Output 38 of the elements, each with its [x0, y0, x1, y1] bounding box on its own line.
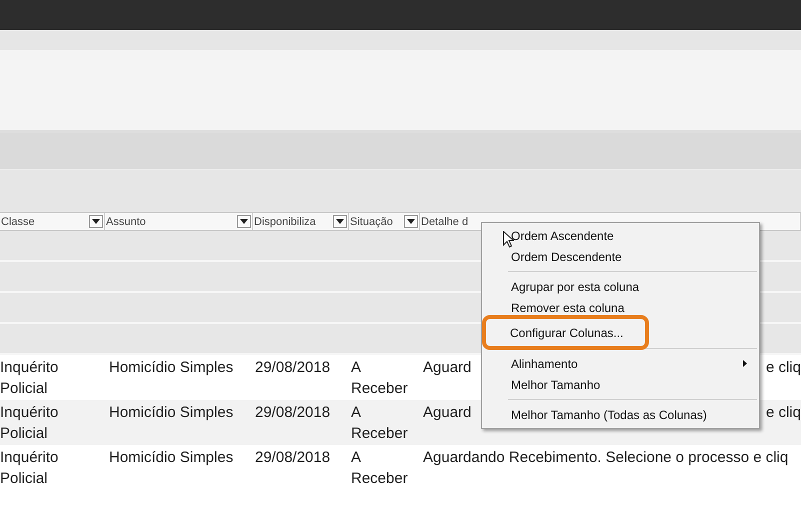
table-cell-text: Aguardando Recebimento. Selecione o processo e cliq — [423, 448, 788, 468]
table-cell: 29/08/2018 — [255, 359, 330, 376]
column-dropdown-button[interactable] — [89, 215, 103, 228]
column-dropdown-button[interactable] — [404, 215, 418, 228]
column-header[interactable]: Disponibiliza — [253, 216, 316, 228]
column-dropdown-button[interactable] — [333, 215, 347, 228]
column-header[interactable]: Detalhe d — [420, 216, 468, 228]
menu-item[interactable]: Ordem Ascendente — [484, 225, 757, 246]
menu-item[interactable]: Ordem Descendente — [484, 246, 757, 267]
column-header[interactable]: Situação — [349, 216, 393, 228]
caret-icon — [240, 219, 248, 224]
table-cell: A Receber — [351, 449, 408, 487]
menu-item[interactable]: Alinhamento — [484, 353, 757, 374]
column-dropdown-button[interactable] — [237, 215, 251, 228]
table-cell: Inquérito Policial — [0, 449, 58, 487]
menu-item[interactable]: Remover esta coluna — [484, 297, 757, 318]
menu-item[interactable]: Agrupar por esta coluna — [484, 276, 757, 297]
table-cell: 29/08/2018 — [255, 404, 330, 421]
table-cell-text: e cliq — [766, 403, 801, 423]
table-cell: A Receber — [351, 359, 408, 397]
table-cell-text: Aguard — [423, 358, 472, 378]
table-cell: Homicídio Simples — [109, 449, 234, 466]
submenu-arrow-icon — [743, 360, 747, 367]
column-header[interactable]: Assunto — [105, 216, 146, 228]
caret-icon — [92, 219, 100, 224]
table-cell-text: e cliq — [766, 358, 801, 378]
table-cell: A Receber — [351, 404, 408, 442]
column-header[interactable]: Classe — [0, 216, 35, 228]
menu-item[interactable]: Melhor Tamanho — [484, 374, 757, 395]
table-cell: Homicídio Simples — [109, 404, 234, 421]
table-cell-text: Aguard — [423, 403, 472, 423]
menu-item[interactable]: Melhor Tamanho (Todas as Colunas) — [484, 404, 757, 425]
caret-icon — [407, 219, 415, 224]
table-cell: Inquérito Policial — [0, 359, 58, 397]
table-cell: Homicídio Simples — [109, 359, 234, 376]
caret-icon — [336, 219, 344, 224]
table-cell: 29/08/2018 — [255, 449, 330, 466]
table-cell: Inquérito Policial — [0, 404, 58, 442]
